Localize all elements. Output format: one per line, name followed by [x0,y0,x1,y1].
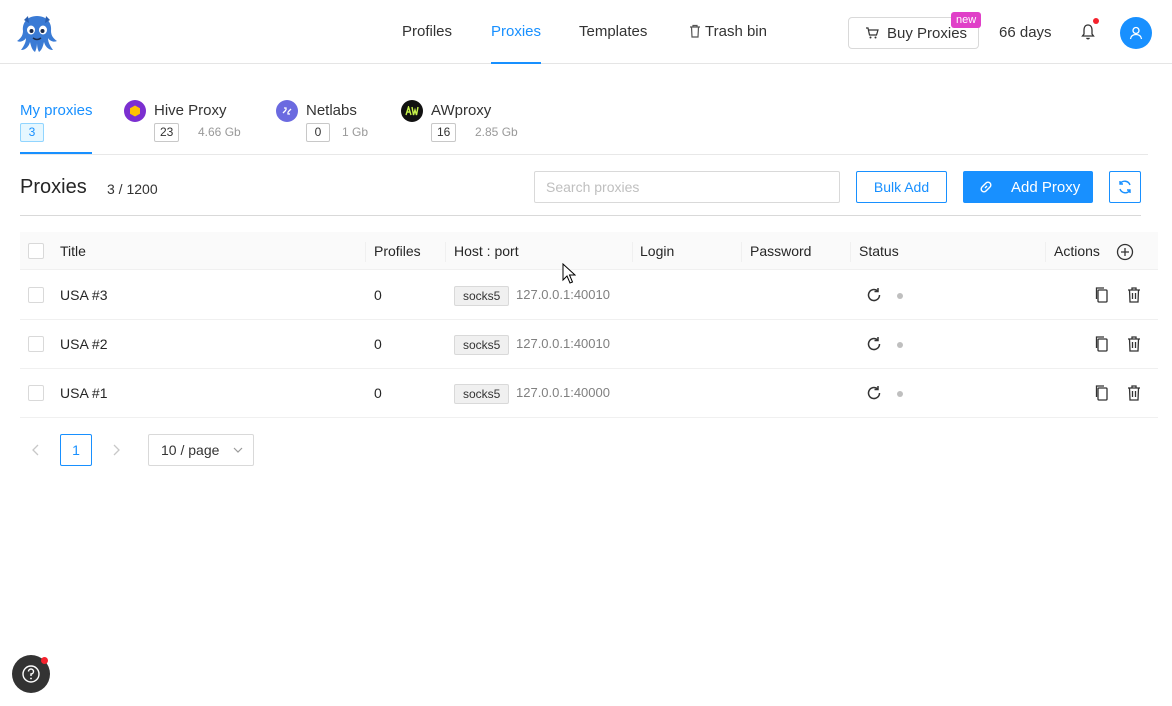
delete-icon[interactable] [1126,384,1142,402]
subscription-days: 66 days [999,24,1052,41]
status-dot [897,342,903,348]
provider-name: Netlabs [306,102,357,119]
active-tab-underline [20,152,92,154]
status-dot [897,391,903,397]
proxy-title: USA #2 [60,336,108,352]
column-separator [1045,242,1046,262]
proxy-count: 3 / 1200 [107,181,158,197]
column-separator [445,242,446,262]
column-host-port[interactable]: Host : port [454,232,519,270]
proxy-profiles: 0 [374,336,382,352]
top-header: Profiles Proxies Templates Trash bin Buy… [0,0,1172,64]
column-actions: Actions [1054,243,1100,259]
notification-dot [1093,18,1099,24]
provider-count: 3 [20,123,44,142]
page-title: Proxies [20,176,87,198]
add-proxy-button[interactable]: Add Proxy [963,171,1093,203]
column-separator [741,242,742,262]
bulk-add-label: Bulk Add [873,179,930,195]
provider-size: 4.66 Gb [198,125,241,139]
refresh-button[interactable] [1109,171,1141,203]
check-status-icon[interactable] [866,385,882,401]
chevron-down-icon [233,447,243,453]
mouse-cursor-icon [562,263,576,284]
prev-page-icon[interactable] [28,442,44,458]
table-header: Title Profiles Host : port Login Passwor… [20,232,1158,270]
link-icon [980,181,992,193]
proxy-host: 127.0.0.1:40010 [516,336,610,351]
column-separator [365,242,366,262]
table-row[interactable]: USA #1 0 socks5 127.0.0.1:40000 [20,369,1158,418]
page-size-select[interactable]: 10 / page [148,434,254,466]
proxy-title: USA #1 [60,385,108,401]
add-column-icon[interactable] [1116,243,1134,261]
bulk-add-button[interactable]: Bulk Add [856,171,947,203]
octopus-logo-icon[interactable] [15,13,59,53]
column-password[interactable]: Password [750,232,811,270]
protocol-tag: socks5 [454,286,510,306]
copy-icon[interactable] [1094,286,1110,304]
nav-templates[interactable]: Templates [579,0,647,64]
provider-size: 2.85 Gb [475,125,518,139]
awproxy-logo-icon [401,100,423,122]
delete-icon[interactable] [1126,335,1142,353]
provider-size: 1 Gb [342,125,369,139]
trash-icon [690,24,700,38]
cart-icon [866,27,879,39]
proxy-host: 127.0.0.1:40000 [516,385,610,400]
provider-name: AWproxy [431,102,492,119]
add-proxy-label: Add Proxy [1011,178,1081,196]
page-size-value: 10 / page [161,442,220,458]
provider-count: 16 [431,123,457,142]
help-notification-dot [41,657,48,664]
nav-proxies-label: Proxies [491,23,542,40]
sync-icon [1119,180,1131,194]
nav-profiles[interactable]: Profiles [402,0,452,64]
provider-count: 23 [154,123,180,142]
column-profiles[interactable]: Profiles [374,232,421,270]
nav-trash-bin-label: Trash bin [705,23,767,40]
column-separator [632,242,633,262]
copy-icon[interactable] [1094,384,1110,402]
select-all-checkbox[interactable] [28,243,44,259]
provider-name: Hive Proxy [154,102,227,119]
nav-templates-label: Templates [579,23,648,40]
proxy-title: USA #3 [60,287,108,303]
search-input[interactable] [534,171,840,203]
user-avatar[interactable] [1120,17,1152,49]
column-title[interactable]: Title [60,232,86,270]
new-badge: new [951,12,982,28]
toolbar-divider [20,215,1141,216]
row-checkbox[interactable] [28,287,44,303]
hive-proxy-logo-icon [124,100,146,122]
protocol-tag: socks5 [454,335,510,355]
page-number[interactable]: 1 [60,434,92,466]
column-login[interactable]: Login [640,232,674,270]
column-status[interactable]: Status [859,232,899,270]
column-separator [850,242,851,262]
nav-profiles-label: Profiles [402,23,453,40]
copy-icon[interactable] [1094,335,1110,353]
provider-count: 0 [306,123,330,142]
provider-tabs: My proxies 3 Hive Proxy 23 4.66 Gb Netla… [20,90,1148,155]
row-checkbox[interactable] [28,385,44,401]
table-row[interactable]: USA #2 0 socks5 127.0.0.1:40010 [20,320,1158,369]
proxy-profiles: 0 [374,287,382,303]
protocol-tag: socks5 [454,384,510,404]
delete-icon[interactable] [1126,286,1142,304]
user-icon [1129,26,1143,40]
next-page-icon[interactable] [108,442,124,458]
bell-icon[interactable] [1080,23,1096,41]
table-row[interactable]: USA #3 0 socks5 127.0.0.1:40010 [20,271,1158,320]
nav-trash-bin[interactable]: Trash bin [689,0,767,64]
check-status-icon[interactable] [866,336,882,352]
row-checkbox[interactable] [28,336,44,352]
question-icon [22,665,40,683]
proxy-profiles: 0 [374,385,382,401]
provider-name: My proxies [20,102,93,119]
nav-proxies[interactable]: Proxies [491,0,542,64]
netlabs-logo-icon [276,100,298,122]
check-status-icon[interactable] [866,287,882,303]
status-dot [897,293,903,299]
